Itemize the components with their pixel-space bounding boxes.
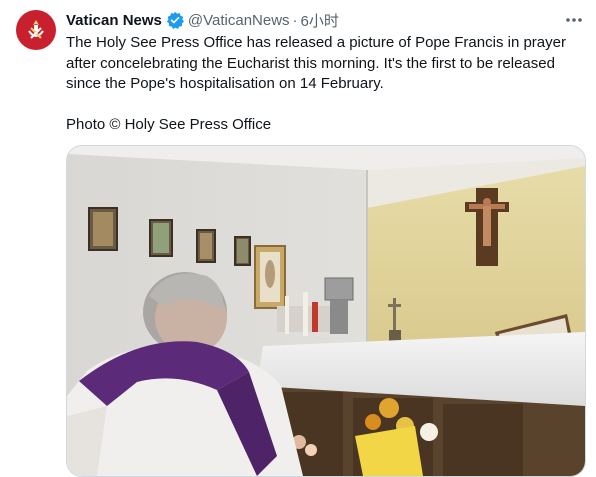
separator-dot: ·	[292, 11, 298, 29]
avatar[interactable]	[16, 10, 56, 50]
tweet-text: The Holy See Press Office has released a…	[66, 33, 586, 135]
photo-image	[67, 146, 585, 476]
verified-badge-icon	[166, 11, 184, 29]
account-name[interactable]: Vatican News	[66, 12, 162, 29]
photo-credit: Photo © Holy See Press Office	[66, 115, 272, 133]
vatican-logo-icon	[28, 20, 44, 39]
tweet-body: The Holy See Press Office has released a…	[66, 34, 566, 92]
tweet-header: Vatican News @VaticanNews · 6小时	[66, 9, 576, 31]
account-handle[interactable]: @VaticanNews	[188, 12, 290, 29]
tweet-timestamp[interactable]: 6小时	[301, 10, 339, 31]
tweet-photo[interactable]	[66, 145, 586, 477]
tweet-card[interactable]: Vatican News @VaticanNews · 6小时 The Holy…	[0, 0, 596, 477]
more-horizontal-icon[interactable]	[564, 10, 584, 30]
